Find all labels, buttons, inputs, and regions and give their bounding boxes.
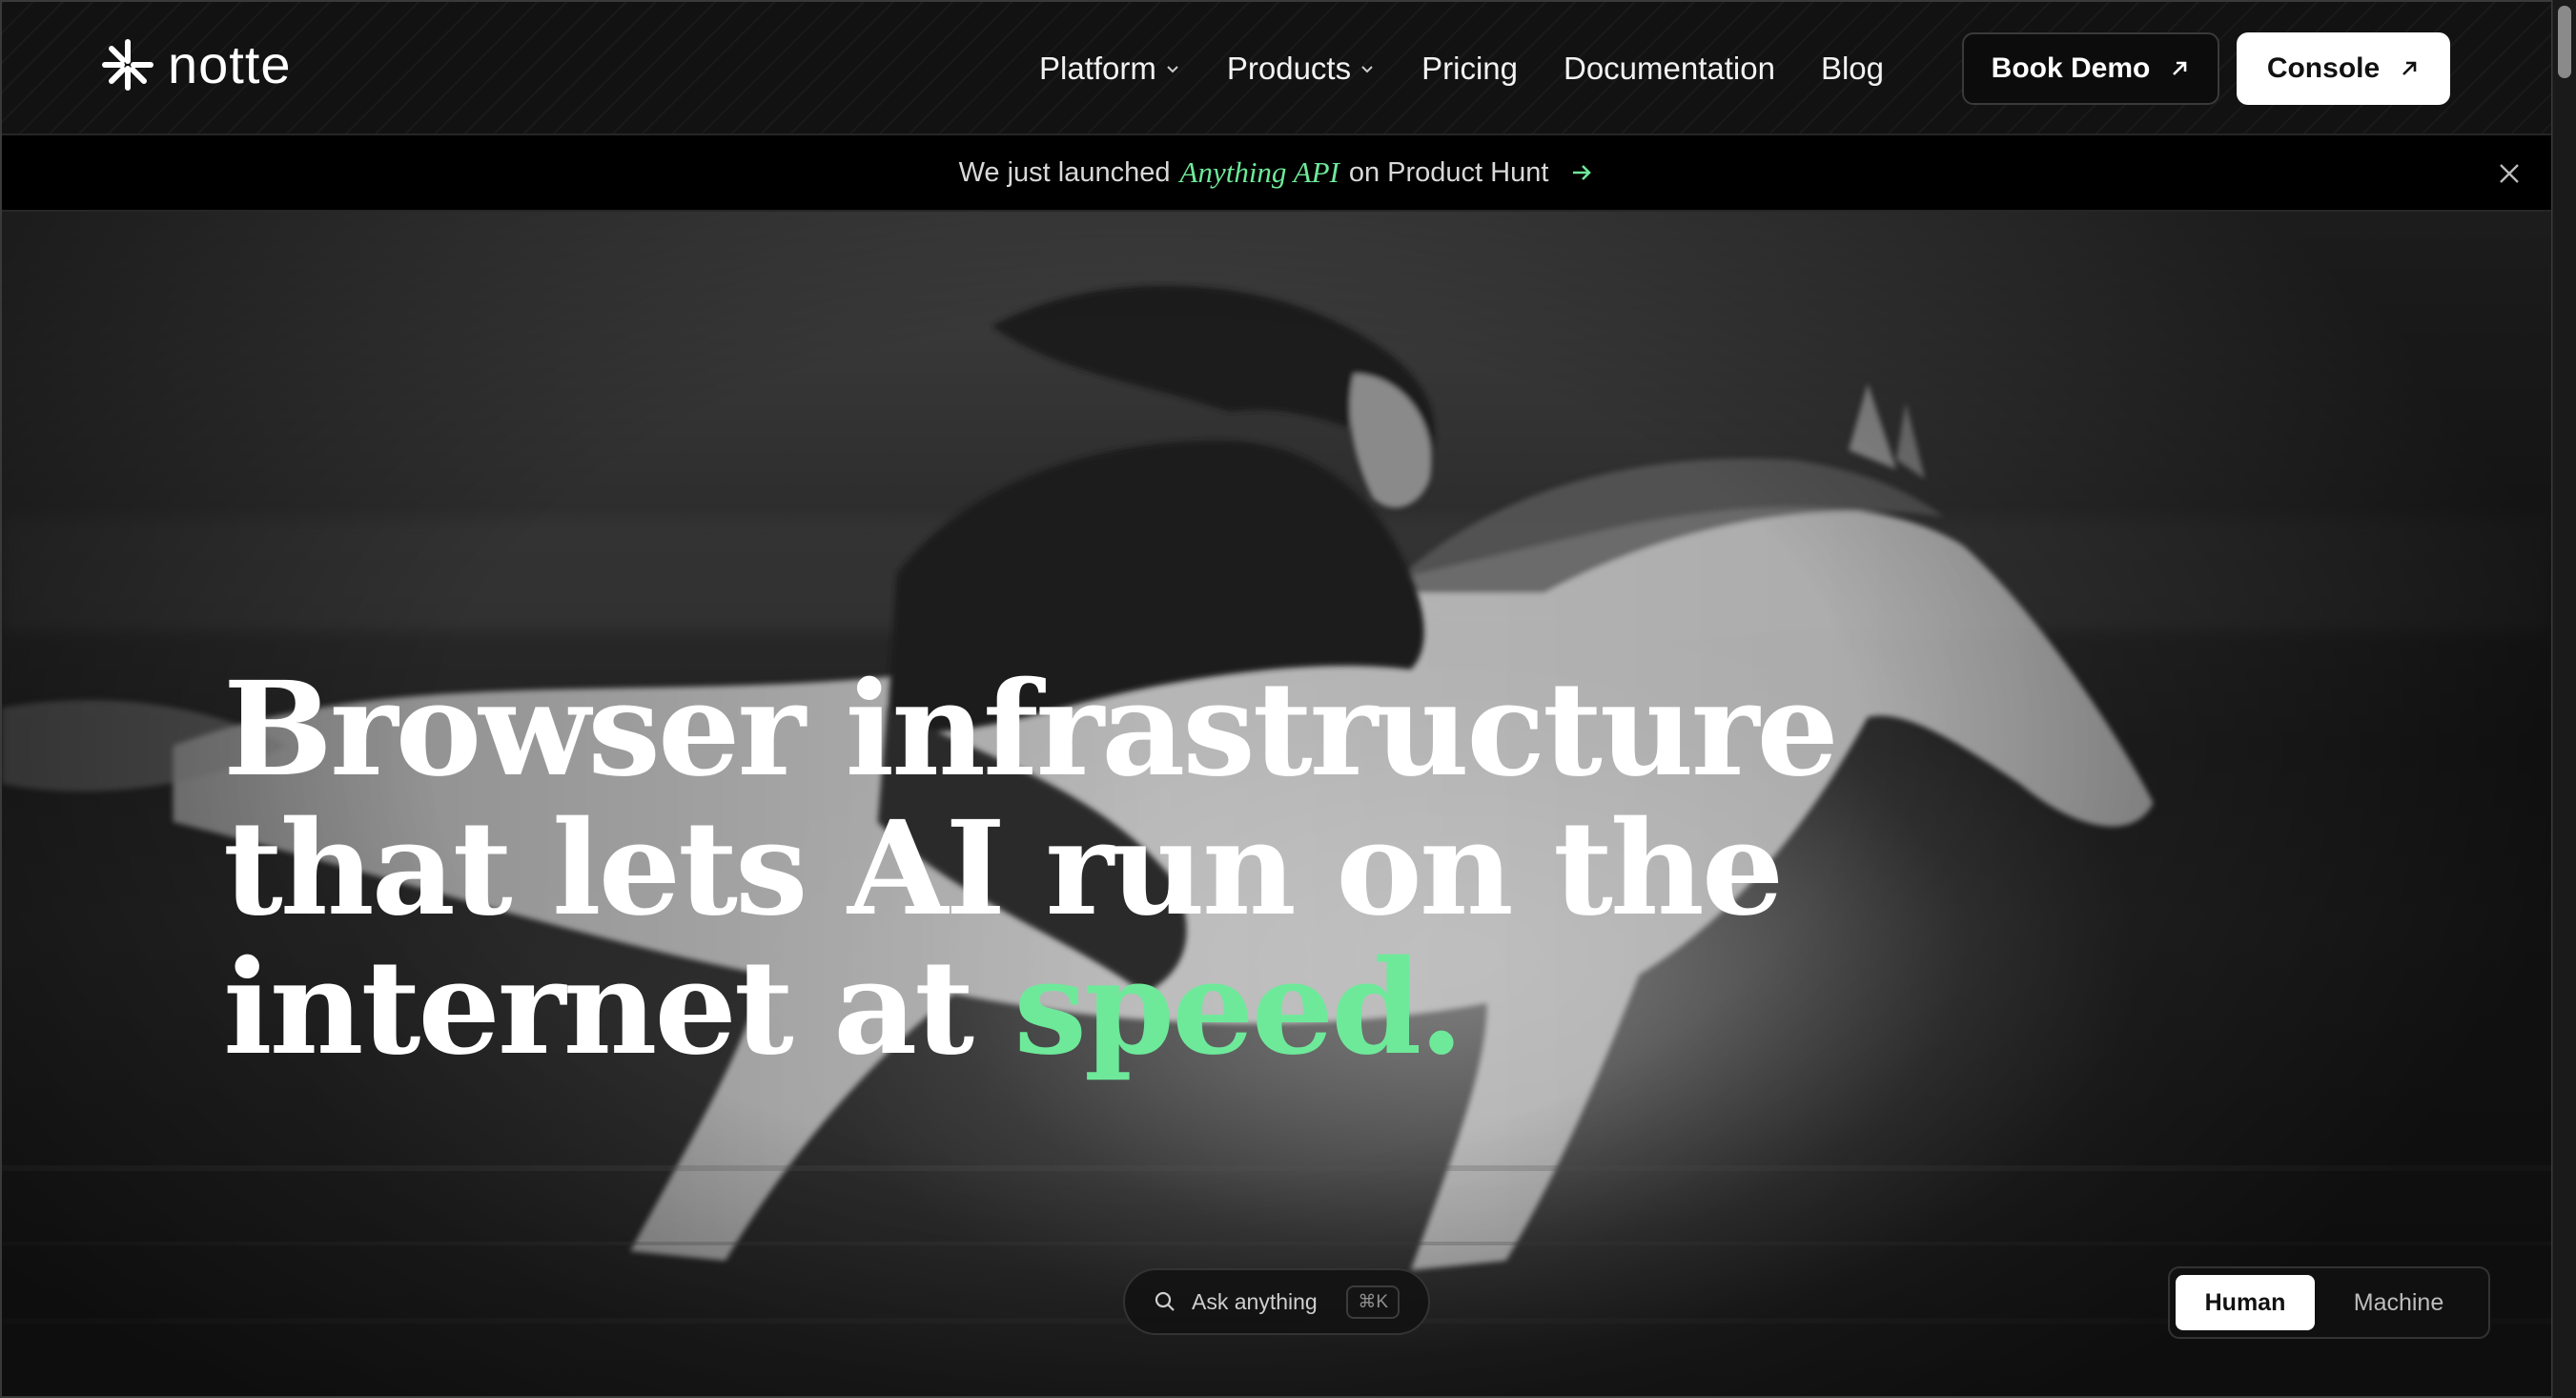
nav-item-platform[interactable]: Platform — [1039, 51, 1181, 87]
hero-headline: Browser infrastructure that lets AI run … — [223, 660, 1844, 1078]
ask-anything-button[interactable]: Ask anything ⌘K — [1123, 1268, 1430, 1335]
close-icon[interactable] — [2496, 160, 2523, 187]
book-demo-label: Book Demo — [1991, 52, 2151, 84]
hero-section: Browser infrastructure that lets AI run … — [2, 212, 2551, 1396]
nav-item-blog[interactable]: Blog — [1821, 51, 1884, 87]
announcement-prefix: We just launched — [958, 156, 1171, 188]
headline-accent: speed. — [1013, 932, 1463, 1084]
book-demo-button[interactable]: Book Demo — [1962, 32, 2219, 105]
notte-asterisk-logo-icon — [102, 39, 153, 91]
headline-line: that lets AI run on the — [223, 792, 1784, 945]
scrollbar-thumb[interactable] — [2558, 6, 2571, 78]
announcement-link[interactable]: We just launched Anything API on Product… — [959, 155, 1595, 190]
nav-item-label: Platform — [1039, 51, 1156, 86]
search-icon — [1155, 1291, 1175, 1311]
site-header: notte Platform Products Pricing Document… — [2, 2, 2551, 135]
arrow-right-icon — [1573, 165, 1592, 180]
toggle-machine[interactable]: Machine — [2322, 1275, 2475, 1330]
ask-anything-label: Ask anything — [1192, 1288, 1318, 1314]
nav-item-pricing[interactable]: Pricing — [1421, 51, 1518, 87]
announcement-highlight: Anything API — [1179, 155, 1339, 189]
announcement-suffix: on Product Hunt — [1348, 156, 1549, 188]
mode-toggle: Human Machine — [2168, 1266, 2490, 1339]
chevron-down-icon — [1361, 66, 1373, 73]
console-label: Console — [2266, 52, 2381, 84]
chevron-down-icon — [1167, 66, 1178, 73]
nav-item-products[interactable]: Products — [1227, 51, 1376, 87]
nav-item-documentation[interactable]: Documentation — [1564, 51, 1775, 87]
scrollbar[interactable] — [2552, 0, 2576, 1398]
nav-item-label: Pricing — [1421, 51, 1518, 86]
headline-line-prefix: internet at — [223, 932, 974, 1084]
keyboard-shortcut-badge: ⌘K — [1346, 1285, 1400, 1319]
headline-line: internet at speed. — [223, 938, 1844, 1078]
console-button[interactable]: Console — [2237, 32, 2450, 105]
main-nav: Platform Products Pricing Documentation … — [1039, 46, 1930, 92]
headline-line: Browser infrastructure — [223, 653, 1839, 806]
announcement-bar: We just launched Anything API on Product… — [2, 135, 2551, 212]
arrow-up-right-icon — [2173, 61, 2187, 75]
brand-name: notte — [168, 34, 292, 94]
nav-item-label: Blog — [1820, 51, 1885, 86]
page-frame: notte Platform Products Pricing Document… — [0, 0, 2553, 1398]
nav-item-label: Documentation — [1563, 51, 1775, 86]
toggle-human[interactable]: Human — [2176, 1275, 2315, 1330]
arrow-up-right-icon — [2402, 61, 2417, 75]
logo[interactable]: notte — [101, 38, 292, 92]
nav-item-label: Products — [1226, 51, 1352, 86]
